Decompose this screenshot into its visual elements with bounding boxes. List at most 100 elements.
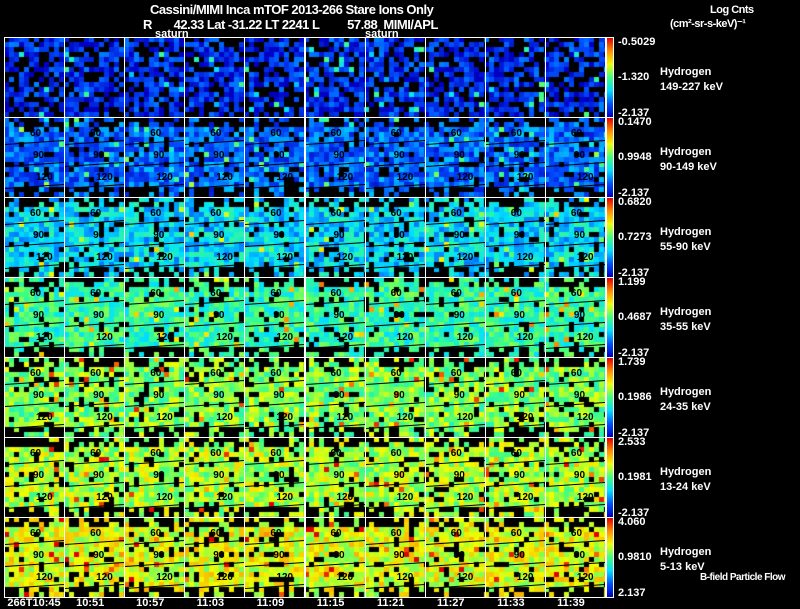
row-label: Hydrogen 35-55 keV [660,305,711,335]
contour-label: 120 [456,492,474,503]
contour-line [545,241,605,248]
heatmap-panel: 60 90 120 [184,197,246,278]
saturn-label: saturn [155,28,189,40]
contour-line [185,219,245,226]
heatmap-panel: 60 90 120 [184,117,246,198]
contour-label: 120 [576,332,594,343]
heatmap-panel: 60 90 120 [184,277,246,358]
contour-label: 60 [210,528,222,539]
heatmap-panel: 60 90 120 [4,437,66,518]
contour-line [65,401,125,408]
contour-line [485,503,545,510]
contour-label: 60 [210,208,222,219]
contour-line [305,219,365,226]
heatmap-panel: 60 90 120 [64,437,126,518]
heatmap-panel: 60 90 120 [304,117,366,198]
contour-line [365,561,425,568]
colorbar [606,517,614,598]
heatmap-panel [244,37,306,118]
heatmap-panel: 60 90 120 [244,197,306,278]
contour-line [305,161,365,168]
contour-line [545,161,605,168]
contour-line [65,241,125,248]
contour-line [65,219,125,226]
heatmap-panel: 60 90 120 [64,517,126,598]
contour-line [185,161,245,168]
heatmap-panel: 60 90 120 [184,437,246,518]
heatmap-panel: 60 90 120 [364,117,426,198]
contour-line [305,481,365,488]
contour-line [305,503,365,510]
contour-label: 60 [270,448,282,459]
heatmap-panel: 60 90 120 [424,277,486,358]
contour-label: 120 [156,572,173,583]
contour-line [65,423,125,430]
time-tick-label: 266T10:45 [7,597,61,609]
contour-line [365,539,425,546]
contour-line [545,561,605,568]
row-label: Hydrogen 24-35 keV [660,385,711,415]
contour-line [425,401,485,408]
contour-line [125,459,185,466]
heatmap-panel: 60 90 120 [364,197,426,278]
colorbar [606,37,614,118]
contour-line [365,299,425,306]
contour-line [485,539,545,546]
heatmap-panel: 60 90 120 [64,197,126,278]
contour-line [125,139,185,146]
contour-label: 60 [390,208,402,219]
contour-label: 90 [333,550,345,561]
contour-label: 60 [450,208,462,219]
contour-label: 120 [576,572,594,583]
contour-label: 90 [573,230,586,241]
plot-title: Cassini/MIMI Inca mTOF 2013-266 Stare Io… [150,2,434,17]
contour-label: 90 [513,310,525,321]
heatmap-panel: 60 90 120 [364,357,426,438]
contour-line [185,139,245,146]
heatmap-panel: 60 90 120 [424,197,486,278]
contour-line [305,299,365,306]
contour-label: 120 [96,412,113,423]
heatmap-panel: 60 90 120 [304,517,366,598]
contour-line [245,481,305,488]
contour-line [5,459,65,466]
contour-line [545,379,605,386]
contour-label: 90 [213,550,225,561]
colorbar [606,277,614,358]
heatmap-panel: 60 90 120 [64,357,126,438]
contour-line [65,139,125,146]
heatmap-panel: 60 90 120 [304,197,366,278]
contour-line [185,241,245,248]
contour-line [185,379,245,386]
contour-label: 60 [210,128,222,139]
colorbar-max-label: 0.6820 [618,196,652,208]
heatmap-panel [544,37,606,118]
contour-line [185,503,245,510]
species-label: Hydrogen [660,306,712,318]
contour-label: 90 [453,150,465,161]
contour-label: 60 [510,448,522,459]
contour-line [545,401,605,408]
contour-line [485,561,545,568]
contour-label: 60 [390,448,402,459]
contour-line [245,539,305,546]
contour-line [245,379,305,386]
contour-label: 90 [453,390,465,401]
heatmap-panel: 60 90 120 [4,117,66,198]
colorbar-max-label: 2.533 [618,436,646,448]
time-tick-label: 11:03 [196,597,225,609]
contour-line [65,481,125,488]
contour-line [425,503,485,510]
contour-line [485,343,545,350]
heatmap-panel: 60 90 120 [364,277,426,358]
heatmap-panel: 60 90 120 [64,277,126,358]
contour-line [125,583,185,590]
contour-line [365,241,425,248]
contour-label: 120 [156,492,173,503]
contour-line [305,561,365,568]
contour-label: 120 [516,252,534,263]
colorbar-mid-label: 0.4687 [618,311,652,323]
contour-label: 60 [450,528,462,539]
contour-label: 90 [33,550,45,561]
contour-label: 90 [573,390,586,401]
